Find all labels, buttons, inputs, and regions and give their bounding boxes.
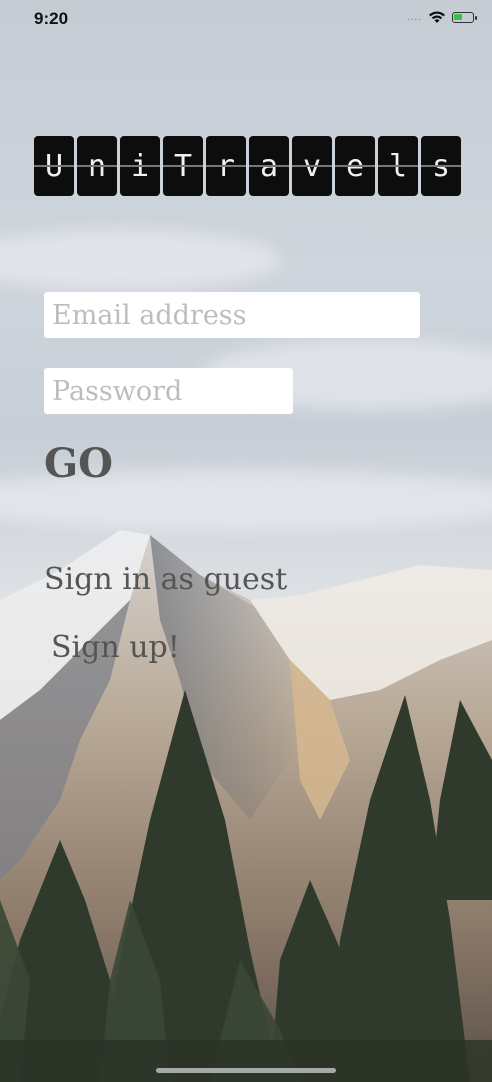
logo-letter-tile: l: [378, 136, 418, 196]
email-field[interactable]: [44, 292, 420, 338]
logo-letter-tile: s: [421, 136, 461, 196]
logo-letter-tile: T: [163, 136, 203, 196]
status-time: 9:20: [34, 9, 69, 28]
sign-up-link[interactable]: Sign up!: [51, 630, 180, 665]
battery-charging-icon: [452, 12, 477, 23]
logo-letter-tile: e: [335, 136, 375, 196]
sign-in-guest-link[interactable]: Sign in as guest: [44, 562, 287, 597]
logo-letter-tile: r: [206, 136, 246, 196]
password-field[interactable]: [44, 368, 293, 414]
home-indicator[interactable]: [156, 1068, 336, 1073]
status-icons: ....: [406, 11, 477, 24]
unitravels-logo: UniTravels: [34, 136, 461, 196]
go-button[interactable]: GO: [44, 440, 113, 487]
signal-icon: ....: [406, 12, 422, 23]
logo-letter-tile: a: [249, 136, 289, 196]
logo-letter-tile: i: [120, 136, 160, 196]
logo-letter-tile: U: [34, 136, 74, 196]
wifi-icon: [429, 11, 445, 23]
status-bar: 9:20 ....: [0, 0, 492, 44]
logo-letter-tile: n: [77, 136, 117, 196]
logo-letter-tile: v: [292, 136, 332, 196]
